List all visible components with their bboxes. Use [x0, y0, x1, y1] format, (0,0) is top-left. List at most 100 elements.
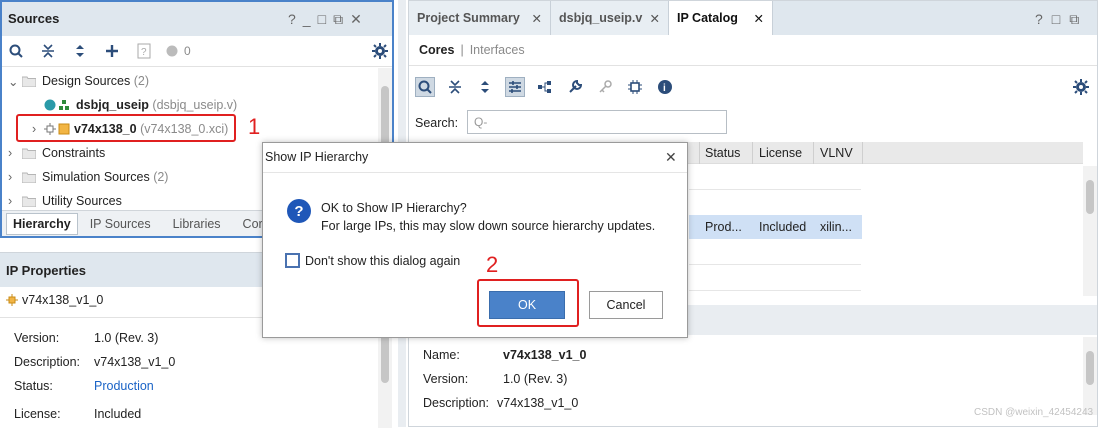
- dialog-titlebar: Show IP Hierarchy ✕: [263, 143, 687, 173]
- close-icon[interactable]: ✕: [754, 11, 764, 26]
- close-icon[interactable]: ✕: [650, 11, 660, 26]
- sources-toolbar: ? 0: [6, 40, 390, 62]
- subtab-separator: |: [460, 43, 464, 57]
- catalog-scrollbar[interactable]: [1083, 166, 1097, 296]
- unknown-count: 0: [184, 44, 191, 58]
- cancel-button[interactable]: Cancel: [589, 291, 663, 319]
- collapse-all-icon[interactable]: [445, 77, 465, 97]
- prop-key: Description:: [14, 355, 80, 369]
- detail-row-description: Description: v74x138_v1_0: [423, 396, 578, 410]
- tree-simulation-sources[interactable]: › Simulation Sources (2): [8, 166, 168, 188]
- info-icon[interactable]: i: [655, 77, 675, 97]
- collapse-all-icon[interactable]: [38, 41, 58, 61]
- tree-count: (2): [153, 170, 169, 184]
- ip-properties-item: v74x138_v1_0: [6, 293, 103, 307]
- settings-gear-icon[interactable]: [370, 41, 390, 61]
- expand-all-icon[interactable]: [475, 77, 495, 97]
- tab-ip-sources[interactable]: IP Sources: [90, 217, 151, 231]
- dialog-title: Show IP Hierarchy: [265, 150, 369, 164]
- editor-tabbar: Project Summary ✕ dsbjq_useip.v ✕ IP Catal…: [409, 1, 1097, 35]
- sources-header: Sources ? _ □ ⧉ ✕: [2, 2, 392, 36]
- dont-show-checkbox[interactable]: [285, 253, 300, 268]
- col-vlnv[interactable]: VLNV: [820, 146, 853, 160]
- minimize-icon[interactable]: _: [303, 11, 311, 28]
- chip-icon[interactable]: [625, 77, 645, 97]
- annotation-2: 2: [486, 252, 499, 277]
- detail-row-name: Name: v74x138_v1_0: [423, 348, 586, 362]
- status-link[interactable]: Production: [94, 379, 154, 393]
- question-icon: ?: [287, 199, 311, 223]
- prop-key: License:: [14, 407, 61, 421]
- prop-value: 1.0 (Rev. 3): [94, 331, 159, 345]
- cell-vlnv: xilin...: [820, 220, 852, 234]
- chevron-right-icon[interactable]: ›: [8, 146, 22, 160]
- expand-all-icon[interactable]: [70, 41, 90, 61]
- detail-value: v74x138_v1_0: [497, 396, 579, 410]
- maximize-icon[interactable]: □: [318, 11, 326, 28]
- annotation-1: 1: [248, 114, 261, 139]
- chevron-right-icon[interactable]: ›: [8, 194, 22, 208]
- chevron-down-icon[interactable]: ⌄: [8, 74, 22, 89]
- help-icon[interactable]: ?: [1035, 11, 1043, 28]
- close-icon[interactable]: ✕: [532, 11, 542, 26]
- prop-row-description: Description: v74x138_v1_0: [14, 355, 175, 369]
- ok-button[interactable]: OK: [489, 291, 565, 319]
- hierarchy-icon[interactable]: [535, 77, 555, 97]
- hierarchy-icon: [59, 100, 69, 110]
- catalog-toolbar: i: [415, 75, 1091, 99]
- detail-key: Version:: [423, 372, 469, 386]
- chevron-right-icon[interactable]: ›: [8, 170, 22, 184]
- tree-label: Constraints: [42, 146, 106, 160]
- tree-utility-sources[interactable]: › Utility Sources: [8, 190, 122, 212]
- details-scrollbar[interactable]: [1083, 337, 1097, 415]
- cell-status: Prod...: [705, 220, 742, 234]
- help-icon[interactable]: ?: [288, 11, 296, 28]
- wrench-icon[interactable]: [565, 77, 585, 97]
- subtab-cores[interactable]: Cores: [419, 43, 454, 57]
- col-license[interactable]: License: [759, 146, 802, 160]
- tree-design-sources[interactable]: ⌄ Design Sources (2): [8, 70, 149, 92]
- tree-constraints[interactable]: › Constraints: [8, 142, 105, 164]
- filter-icon[interactable]: [505, 77, 525, 97]
- dialog-close-icon[interactable]: ✕: [665, 149, 677, 166]
- float-icon[interactable]: ⧉: [333, 11, 343, 28]
- folder-icon: [22, 76, 36, 87]
- tree-dsbjq-useip[interactable]: dsbjq_useip (dsbjq_useip.v): [44, 94, 237, 116]
- maximize-icon[interactable]: □: [1052, 11, 1060, 28]
- tab-label: dsbjq_useip.v: [559, 11, 643, 25]
- tree-label: Utility Sources: [42, 194, 122, 208]
- tab-compile-order[interactable]: Cor: [243, 217, 263, 231]
- search-icon[interactable]: [415, 77, 435, 97]
- svg-text:?: ?: [141, 47, 147, 58]
- highlight-box-1: [16, 114, 236, 142]
- tab-dsbjq-useip[interactable]: dsbjq_useip.v ✕: [551, 1, 669, 35]
- tab-ip-catalog[interactable]: IP Catalog ✕: [669, 1, 773, 35]
- search-icon[interactable]: [6, 41, 26, 61]
- add-icon[interactable]: [102, 41, 122, 61]
- tab-hierarchy[interactable]: Hierarchy: [6, 212, 78, 235]
- detail-value: 1.0 (Rev. 3): [503, 372, 568, 386]
- unknown-file-icon[interactable]: ?: [134, 41, 154, 61]
- detail-value: v74x138_v1_0: [503, 348, 587, 362]
- tab-libraries[interactable]: Libraries: [173, 217, 221, 231]
- float-icon[interactable]: ⧉: [1069, 11, 1079, 28]
- tree-label: dsbjq_useip: [76, 98, 149, 112]
- prop-row-status: Status: Production: [14, 379, 154, 393]
- sources-title: Sources: [8, 11, 60, 26]
- tree-file: (dsbjq_useip.v): [152, 98, 238, 112]
- subtab-interfaces[interactable]: Interfaces: [470, 43, 525, 57]
- table-row-selected[interactable]: Prod... Included xilin...: [689, 215, 862, 239]
- close-icon[interactable]: ✕: [350, 11, 362, 28]
- tree-count: (2): [133, 74, 150, 88]
- search-input[interactable]: Q-: [467, 110, 727, 134]
- settings-gear-icon[interactable]: [1071, 77, 1091, 97]
- ip-properties-title: IP Properties: [6, 263, 86, 278]
- tab-project-summary[interactable]: Project Summary ✕: [409, 1, 551, 35]
- search-label: Search:: [415, 116, 459, 130]
- tab-label: Project Summary: [417, 11, 520, 25]
- tree-label: Simulation Sources: [42, 170, 150, 184]
- key-icon[interactable]: [595, 77, 615, 97]
- tree-label: Design Sources: [42, 74, 131, 88]
- dialog-message: OK to Show IP Hierarchy?: [321, 201, 467, 215]
- col-status[interactable]: Status: [705, 146, 740, 160]
